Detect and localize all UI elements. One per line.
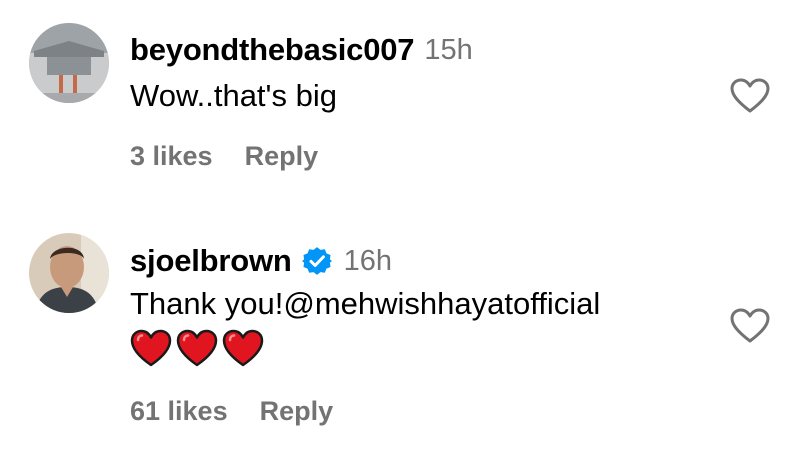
emoji-row (130, 329, 264, 367)
comment-text: Thank you!@mehwishhayatofficial (130, 286, 601, 321)
comment-text: Wow..that's big (130, 78, 337, 113)
avatar[interactable] (29, 233, 109, 313)
comment-meta: 61 likes Reply (130, 396, 333, 427)
red-heart-emoji-icon (130, 329, 172, 367)
timestamp[interactable]: 15h (424, 34, 472, 67)
username[interactable]: beyondthebasic007 (130, 32, 415, 68)
avatar-photo (29, 23, 109, 103)
like-button[interactable] (730, 308, 770, 344)
avatar[interactable] (29, 23, 109, 103)
verified-badge-icon (301, 246, 332, 276)
reply-button[interactable]: Reply (260, 396, 334, 427)
timestamp[interactable]: 16h (344, 245, 392, 278)
comment-meta: 3 likes Reply (130, 141, 318, 172)
comment-item: sjoelbrown 16h Thank you!@mehwishhayatof… (0, 210, 795, 449)
comment-header: sjoelbrown 16h (130, 243, 392, 279)
red-heart-emoji-icon (222, 329, 264, 367)
username[interactable]: sjoelbrown (130, 243, 292, 279)
avatar-photo (29, 233, 109, 313)
heart-outline-icon (730, 308, 770, 343)
comment-header: beyondthebasic007 15h (130, 32, 473, 68)
likes-count[interactable]: 3 likes (130, 141, 213, 172)
likes-count[interactable]: 61 likes (130, 396, 228, 427)
comment-item: beyondthebasic007 15h Wow..that's big 3 … (0, 0, 795, 200)
heart-outline-icon (730, 78, 770, 113)
reply-button[interactable]: Reply (245, 141, 319, 172)
like-button[interactable] (730, 78, 770, 114)
red-heart-emoji-icon (176, 329, 218, 367)
